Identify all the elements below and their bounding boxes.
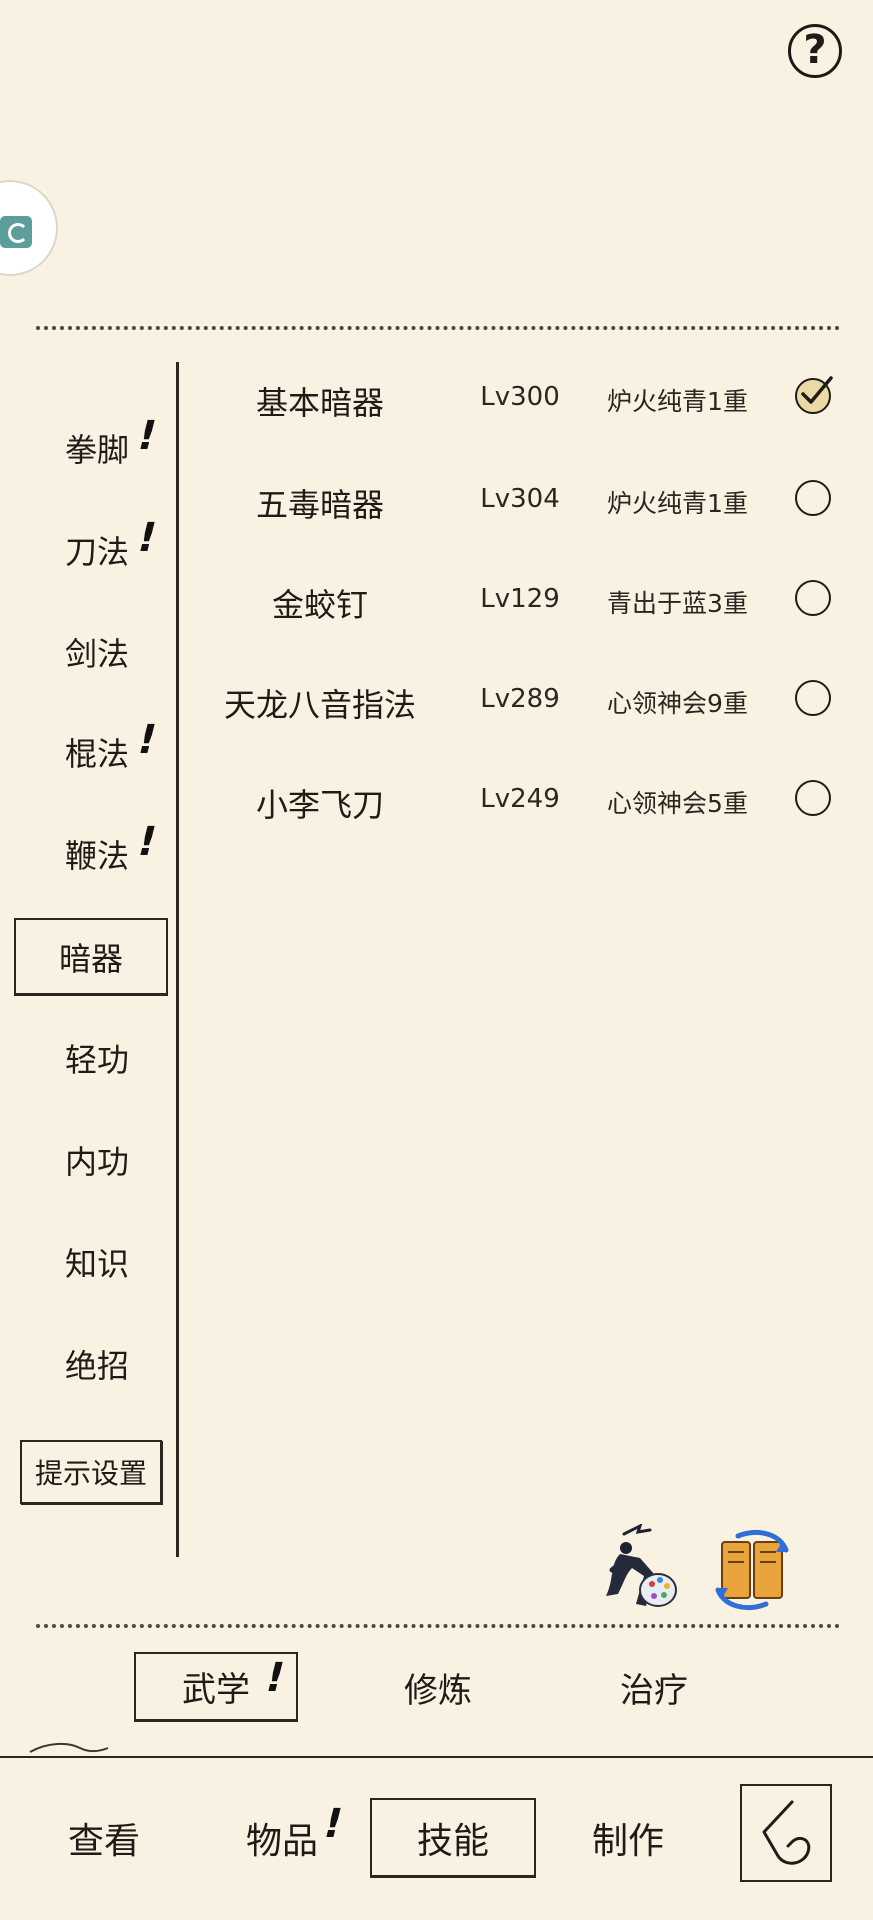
nav-label: 制作 (591, 1821, 664, 1862)
category-juezhao[interactable]: 绝招 (20, 1324, 174, 1404)
category-label: 轻功 (64, 1041, 129, 1079)
category-label: 鞭法 (64, 837, 129, 875)
category-bianfa[interactable]: 鞭法 ! (20, 814, 174, 894)
question-icon: ? (803, 27, 827, 73)
category-label: 绝招 (64, 1347, 129, 1385)
sidebar-divider (176, 362, 179, 1557)
tab-label: 武学 (182, 1670, 250, 1710)
equip-radio[interactable] (795, 580, 831, 616)
nav-label: 查看 (67, 1821, 140, 1862)
alert-indicator: ! (132, 819, 162, 865)
tab-label: 修炼 (404, 1670, 472, 1711)
skill-name: 小李飞刀 (255, 786, 384, 824)
help-button[interactable]: ? (788, 24, 842, 78)
app-badge-icon (0, 216, 32, 248)
category-zhishi[interactable]: 知识 (20, 1222, 174, 1302)
category-label: 棍法 (64, 735, 129, 773)
skill-stage: 炉火纯青1重 (607, 489, 748, 518)
category-label: 知识 (64, 1245, 129, 1283)
alert-indicator: ! (132, 717, 162, 763)
top-divider (36, 326, 840, 330)
skill-row[interactable]: 天龙八音指法 Lv289 心领神会9重 (190, 670, 870, 730)
category-quanjiao[interactable]: 拳脚 ! (20, 408, 174, 488)
skill-name: 金蛟钉 (271, 586, 368, 624)
equip-radio[interactable] (795, 780, 831, 816)
skill-level: Lv289 (480, 684, 560, 714)
category-label: 暗器 (58, 939, 123, 978)
tab-zhiliao[interactable]: 治疗 (574, 1652, 734, 1722)
skill-stage: 心领神会5重 (607, 789, 748, 818)
skill-row[interactable]: 金蛟钉 Lv129 青出于蓝3重 (190, 570, 870, 630)
category-qinggong[interactable]: 轻功 (20, 1018, 174, 1098)
avatar[interactable] (0, 180, 58, 276)
alert-indicator: ! (132, 413, 162, 459)
alert-indicator: ! (132, 515, 162, 561)
category-label: 拳脚 (64, 431, 129, 469)
checkmark-icon (801, 376, 833, 404)
tip-settings-button[interactable]: 提示设置 (20, 1440, 162, 1504)
bottom-divider (36, 1624, 840, 1628)
alert-indicator: ! (260, 1655, 290, 1701)
category-anqi[interactable]: 暗器 (14, 918, 168, 996)
skill-level: Lv129 (480, 584, 560, 614)
scroll-swap-icon[interactable] (708, 1528, 796, 1612)
swordsman-palette-icon[interactable] (596, 1523, 680, 1612)
alert-indicator: ! (318, 1801, 348, 1847)
back-button[interactable] (740, 1784, 832, 1882)
nav-wupin[interactable]: 物品 ! (222, 1798, 348, 1878)
category-gunfa[interactable]: 棍法 ! (20, 712, 174, 792)
equip-radio[interactable] (795, 376, 833, 414)
skill-level: Lv304 (480, 484, 560, 514)
category-daofa[interactable]: 刀法 ! (20, 510, 174, 590)
ink-swirl-decoration (29, 1742, 109, 1753)
tab-label: 治疗 (620, 1670, 688, 1711)
nav-jineng[interactable]: 技能 (370, 1798, 536, 1878)
nav-label: 物品 (245, 1821, 318, 1862)
tab-wuxue[interactable]: 武学 ! (134, 1652, 298, 1722)
skill-name: 基本暗器 (255, 384, 384, 422)
nav-chakan[interactable]: 查看 (44, 1798, 164, 1878)
category-label: 剑法 (64, 635, 129, 673)
category-label: 内功 (64, 1143, 129, 1181)
back-arrow-icon (762, 1800, 811, 1865)
skill-name: 五毒暗器 (255, 486, 384, 524)
equip-radio[interactable] (795, 480, 831, 516)
category-label: 刀法 (64, 533, 129, 571)
skill-stage: 青出于蓝3重 (607, 589, 748, 618)
nav-separator (0, 1756, 873, 1758)
skill-name: 天龙八音指法 (223, 686, 416, 724)
skill-row[interactable]: 小李飞刀 Lv249 心领神会5重 (190, 770, 870, 830)
skill-row[interactable]: 基本暗器 Lv300 炉火纯青1重 (190, 368, 870, 428)
equip-radio[interactable] (795, 680, 831, 716)
skill-row[interactable]: 五毒暗器 Lv304 炉火纯青1重 (190, 470, 870, 530)
skill-level: Lv300 (480, 382, 560, 412)
category-neigong[interactable]: 内功 (20, 1120, 174, 1200)
nav-zhizuo[interactable]: 制作 (568, 1798, 688, 1878)
nav-label: 技能 (416, 1820, 489, 1862)
skill-stage: 炉火纯青1重 (607, 387, 748, 416)
tab-xiulian[interactable]: 修炼 (358, 1652, 518, 1722)
skill-level: Lv249 (480, 784, 560, 814)
category-jianfa[interactable]: 剑法 (20, 612, 174, 692)
skill-stage: 心领神会9重 (607, 689, 748, 718)
